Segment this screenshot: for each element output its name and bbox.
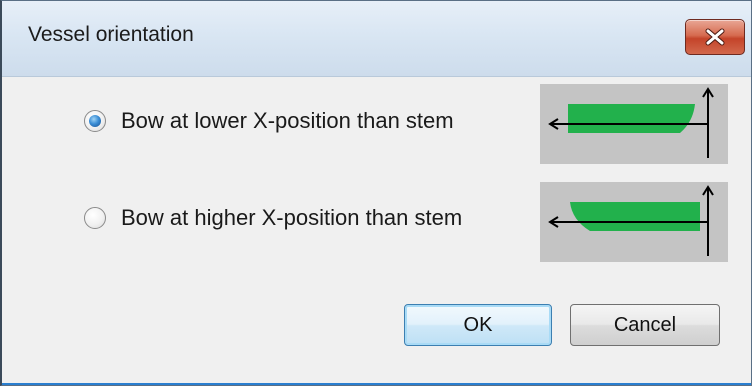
- dialog-bottom-border: [2, 383, 751, 385]
- dialog-title: Vessel orientation: [28, 23, 194, 46]
- bow-higher-preview: [540, 182, 728, 262]
- bow-left-vessel-icon: [548, 87, 714, 158]
- dialog-content: Bow at lower X-position than stem Bow at…: [2, 77, 751, 385]
- close-button[interactable]: [685, 19, 745, 55]
- title-bar[interactable]: Vessel orientation: [2, 1, 751, 77]
- bow-right-vessel-icon: [548, 185, 714, 256]
- vessel-orientation-dialog: Vessel orientation Bow at lower X-positi…: [0, 0, 752, 386]
- close-x-icon: [705, 28, 725, 46]
- cancel-button[interactable]: Cancel: [570, 304, 720, 346]
- option-bow-higher-x[interactable]: Bow at higher X-position than stem: [84, 203, 462, 233]
- ok-button[interactable]: OK: [404, 304, 552, 346]
- bow-lower-preview: [540, 84, 728, 164]
- bow-higher-label: Bow at higher X-position than stem: [121, 205, 463, 230]
- bow-lower-label: Bow at lower X-position than stem: [121, 108, 454, 133]
- bow-higher-radio[interactable]: [84, 207, 106, 229]
- bow-lower-radio[interactable]: [84, 110, 106, 132]
- option-bow-lower-x[interactable]: Bow at lower X-position than stem: [84, 106, 454, 136]
